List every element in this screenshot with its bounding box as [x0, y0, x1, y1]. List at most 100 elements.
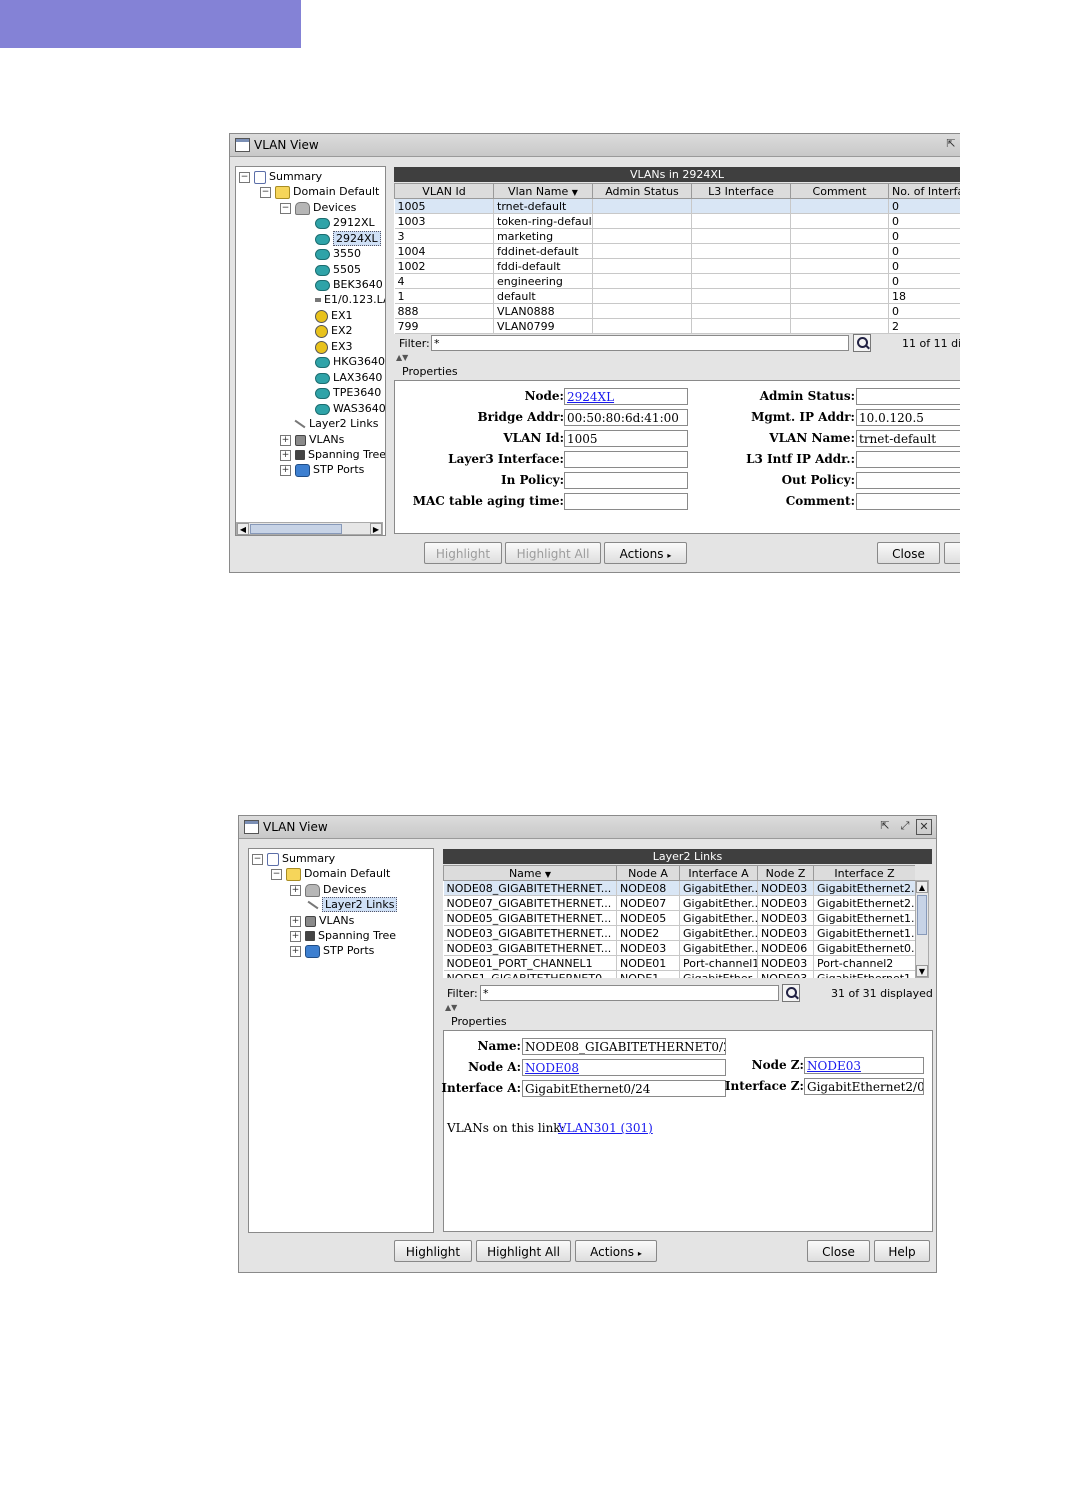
- splitter-arrows-icon[interactable]: ▲▼: [396, 353, 408, 362]
- tree-device-item[interactable]: E1/0.123.LA: [315, 292, 385, 307]
- scroll-down-arrow[interactable]: ▼: [916, 965, 928, 977]
- collapse-icon[interactable]: −: [271, 868, 282, 880]
- table-row[interactable]: 1002 fddi-default 0: [394, 258, 960, 274]
- column-header[interactable]: No. of Interfa: [888, 183, 960, 199]
- filter-input[interactable]: *: [480, 985, 779, 1001]
- table-row[interactable]: NODE07_GIGABITETHERNET... NODE07 GigabitEt…: [443, 895, 915, 911]
- tree-spanning-tree[interactable]: + Spanning Tree: [280, 447, 385, 462]
- actions-button[interactable]: Actions ▸: [604, 542, 687, 564]
- tree-device-item[interactable]: TPE3640: [315, 385, 381, 400]
- help-button[interactable]: Help: [874, 1240, 930, 1262]
- tree-devices[interactable]: − Devices: [280, 200, 356, 215]
- search-icon[interactable]: [853, 334, 871, 352]
- maximize-icon[interactable]: ⤢: [898, 819, 912, 833]
- undock-icon[interactable]: ⇱: [878, 819, 892, 833]
- expand-icon[interactable]: +: [290, 930, 301, 942]
- tree-layer2-links[interactable]: Layer2 Links: [294, 416, 378, 431]
- tree-stp-ports[interactable]: + STP Ports: [280, 462, 364, 477]
- column-header[interactable]: Admin Status: [592, 183, 692, 199]
- table-row[interactable]: 1005 trnet-default 0: [394, 198, 960, 214]
- expand-icon[interactable]: +: [290, 915, 301, 927]
- table-row[interactable]: 1 default 18: [394, 288, 960, 304]
- expand-icon[interactable]: +: [280, 449, 291, 461]
- scroll-thumb[interactable]: [250, 524, 342, 534]
- tree-device-item[interactable]: HKG3640: [315, 354, 385, 369]
- tree-summary[interactable]: − Summary: [239, 169, 322, 184]
- filter-input[interactable]: *: [431, 335, 849, 351]
- tree-device-item[interactable]: 2912XL: [315, 215, 375, 230]
- tree-devices[interactable]: + Devices: [290, 882, 366, 897]
- tree-stp-ports[interactable]: + STP Ports: [290, 943, 374, 958]
- close-icon[interactable]: ✕: [916, 819, 932, 835]
- column-header[interactable]: Interface Z: [813, 865, 915, 881]
- column-header[interactable]: Node A: [616, 865, 680, 881]
- tree-device-item[interactable]: EX1: [315, 308, 352, 323]
- table-row[interactable]: NODE03_GIGABITETHERNET... NODE2 GigabitEth…: [443, 925, 915, 941]
- tree-vlans[interactable]: + VLANs: [290, 913, 354, 928]
- expand-icon[interactable]: +: [290, 945, 301, 957]
- node-a-link[interactable]: NODE08: [522, 1059, 726, 1076]
- expand-icon[interactable]: +: [280, 464, 291, 476]
- table-row[interactable]: 1003 token-ring-default 0: [394, 213, 960, 229]
- table-row[interactable]: 4 engineering 0: [394, 273, 960, 289]
- column-header[interactable]: L3 Interface: [691, 183, 791, 199]
- collapse-icon[interactable]: −: [239, 171, 250, 183]
- tree-device-item[interactable]: 2924XL: [315, 231, 381, 246]
- tree-device-item[interactable]: EX3: [315, 339, 352, 354]
- scroll-thumb[interactable]: [917, 895, 927, 935]
- close-button[interactable]: Close: [807, 1240, 870, 1262]
- tree-device-item[interactable]: EX2: [315, 323, 352, 338]
- undock-icon[interactable]: ⇱: [944, 137, 958, 151]
- table-row[interactable]: NODE05_GIGABITETHERNET... NODE05 GigabitEt…: [443, 910, 915, 926]
- table-row[interactable]: NODE01_PORT_CHANNEL1 NODE01 Port-channel1 N…: [443, 955, 915, 971]
- tree-device-item[interactable]: 3550: [315, 246, 361, 261]
- tree-device-item[interactable]: 5505: [315, 262, 361, 277]
- tree-vlans[interactable]: + VLANs: [280, 432, 344, 447]
- table-row[interactable]: 1004 fddinet-default 0: [394, 243, 960, 259]
- table-row[interactable]: NODE03_GIGABITETHERNET... NODE03 GigabitEt…: [443, 940, 915, 956]
- column-header[interactable]: VLAN Id: [394, 183, 494, 199]
- vlan-link[interactable]: VLAN301 (301): [558, 1121, 653, 1135]
- column-header[interactable]: Interface A: [679, 865, 758, 881]
- column-header-sorted[interactable]: Name ▼: [443, 865, 617, 881]
- highlight-all-button[interactable]: Highlight All: [505, 542, 601, 564]
- collapse-icon[interactable]: −: [252, 853, 263, 865]
- collapse-icon[interactable]: −: [280, 202, 291, 214]
- column-header-sorted[interactable]: Vlan Name ▼: [493, 183, 593, 199]
- table-vertical-scrollbar[interactable]: ▲ ▼: [915, 880, 929, 978]
- help-button[interactable]: [944, 542, 960, 564]
- table-row[interactable]: 888 VLAN0888 0: [394, 303, 960, 319]
- highlight-button[interactable]: Highlight: [394, 1240, 472, 1262]
- tree-device-item[interactable]: WAS3640: [315, 401, 385, 416]
- table-row[interactable]: NODE1_GIGABITETHERNET0... NODE1 GigabitEth…: [443, 970, 915, 978]
- expand-icon[interactable]: +: [280, 434, 291, 446]
- node-z-link[interactable]: NODE03: [804, 1057, 924, 1074]
- highlight-all-button[interactable]: Highlight All: [476, 1240, 571, 1262]
- table-row[interactable]: 799 VLAN0799 2: [394, 318, 960, 334]
- collapse-icon[interactable]: −: [260, 186, 271, 198]
- expand-icon[interactable]: +: [290, 884, 301, 896]
- scroll-up-arrow[interactable]: ▲: [916, 881, 928, 893]
- search-icon[interactable]: [782, 984, 800, 1002]
- node-value-link[interactable]: 2924XL: [564, 388, 688, 405]
- scroll-right-arrow[interactable]: ▶: [370, 523, 382, 535]
- table-row[interactable]: 3 marketing 0: [394, 228, 960, 244]
- close-button[interactable]: Close: [877, 542, 940, 564]
- tree-domain[interactable]: − Domain Default: [271, 866, 390, 881]
- tree-device-item[interactable]: LAX3640: [315, 370, 382, 385]
- actions-button[interactable]: Actions ▸: [575, 1240, 657, 1262]
- tree-horizontal-scrollbar[interactable]: ◀ ▶: [236, 522, 383, 535]
- scroll-left-arrow[interactable]: ◀: [237, 523, 249, 535]
- tree-domain[interactable]: − Domain Default: [260, 184, 379, 199]
- window-titlebar[interactable]: VLAN View ⇱ ⤢ ✕: [239, 816, 936, 839]
- column-header[interactable]: Node Z: [757, 865, 814, 881]
- tree-layer2-links[interactable]: Layer2 Links: [307, 897, 398, 912]
- window-titlebar[interactable]: VLAN View ⇱: [230, 134, 960, 157]
- splitter-arrows-icon[interactable]: ▲▼: [445, 1003, 457, 1012]
- column-header[interactable]: Comment: [790, 183, 889, 199]
- table-row[interactable]: NODE08_GIGABITETHERNET... NODE08 GigabitEt…: [443, 880, 915, 896]
- tree-summary[interactable]: − Summary: [252, 851, 335, 866]
- tree-spanning-tree[interactable]: + Spanning Tree: [290, 928, 396, 943]
- highlight-button[interactable]: Highlight: [424, 542, 502, 564]
- tree-device-item[interactable]: BEK3640: [315, 277, 383, 292]
